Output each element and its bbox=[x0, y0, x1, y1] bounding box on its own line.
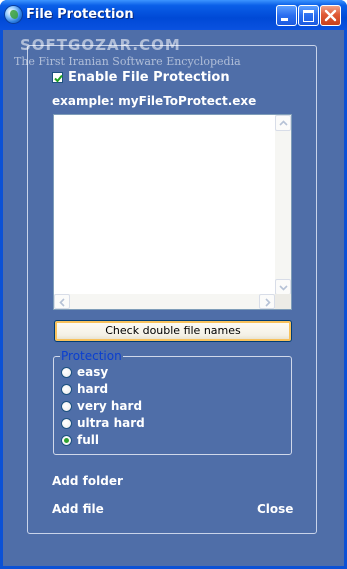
chevron-down-icon bbox=[279, 285, 288, 291]
radio-label-very-hard[interactable]: very hard bbox=[77, 399, 142, 413]
add-folder-link[interactable]: Add folder bbox=[52, 474, 123, 488]
scroll-right-button[interactable] bbox=[259, 294, 275, 309]
chevron-right-icon bbox=[265, 298, 271, 307]
close-window-button[interactable] bbox=[320, 5, 341, 26]
chevron-left-icon bbox=[59, 298, 65, 307]
radio-full[interactable] bbox=[61, 435, 73, 447]
title-bar[interactable]: File Protection bbox=[0, 0, 347, 30]
maximize-button[interactable] bbox=[298, 5, 319, 26]
file-list-textarea[interactable] bbox=[53, 114, 292, 310]
radio-ultra-hard[interactable] bbox=[61, 418, 73, 430]
watermark-brand: SOFTGOZAR.COM bbox=[20, 36, 181, 54]
app-window: File Protection SOFTGOZAR.COM The First … bbox=[0, 0, 347, 569]
watermark-tagline: The First Iranian Software Encyclopedia bbox=[14, 55, 241, 68]
enable-protection-label: Enable File Protection bbox=[68, 70, 230, 85]
scroll-left-button[interactable] bbox=[54, 294, 70, 309]
add-file-link[interactable]: Add file bbox=[52, 502, 104, 516]
radio-label-hard[interactable]: hard bbox=[77, 382, 108, 396]
radio-label-ultra-hard[interactable]: ultra hard bbox=[77, 416, 145, 430]
close-icon bbox=[324, 9, 337, 22]
radio-label-easy[interactable]: easy bbox=[77, 365, 108, 379]
globe-icon bbox=[5, 6, 22, 23]
vertical-scrollbar[interactable] bbox=[275, 115, 291, 295]
close-link[interactable]: Close bbox=[257, 502, 293, 516]
example-hint: example: myFileToProtect.exe bbox=[52, 94, 257, 108]
scroll-down-button[interactable] bbox=[275, 279, 291, 295]
scroll-up-button[interactable] bbox=[275, 115, 291, 131]
scrollbar-corner bbox=[275, 294, 291, 309]
radio-easy[interactable] bbox=[61, 367, 73, 379]
radio-selected-dot bbox=[64, 438, 69, 443]
window-title: File Protection bbox=[26, 7, 134, 22]
radio-very-hard[interactable] bbox=[61, 401, 73, 413]
checkbox-box[interactable] bbox=[52, 72, 63, 83]
check-double-names-button[interactable]: Check double file names bbox=[54, 320, 292, 342]
radio-label-full[interactable]: full bbox=[77, 433, 99, 447]
protection-group-title: Protection bbox=[60, 349, 123, 363]
radio-hard[interactable] bbox=[61, 384, 73, 396]
horizontal-scrollbar[interactable] bbox=[54, 294, 275, 309]
chevron-up-icon bbox=[279, 120, 288, 126]
minimize-button[interactable] bbox=[276, 5, 297, 26]
checkmark-icon bbox=[54, 74, 63, 83]
